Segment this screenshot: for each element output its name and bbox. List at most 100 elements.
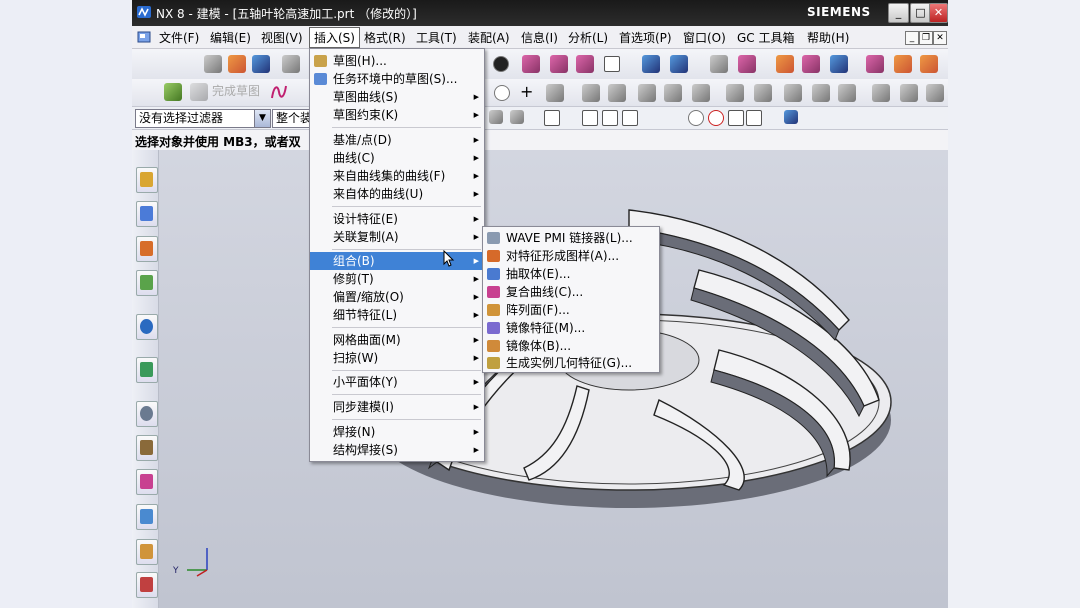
menu-preferences[interactable]: 首选项(P) — [619, 29, 672, 46]
menu-item-facet-body[interactable]: 小平面体(Y) ▶ — [310, 373, 484, 391]
cut-icon[interactable] — [282, 55, 300, 73]
menu-item-detail-feature[interactable]: 细节特征(L) ▶ — [310, 306, 484, 324]
menu-item-extract-body[interactable]: 抽取体(E)... — [483, 265, 659, 283]
snap-arc-center-icon[interactable] — [622, 110, 638, 126]
menu-item-trim[interactable]: 修剪(T) ▶ — [310, 270, 484, 288]
menu-item-composite-curve[interactable]: 复合曲线(C)... — [483, 283, 659, 301]
menu-item-pattern-face[interactable]: 阵列面(F)... — [483, 301, 659, 319]
trim-icon[interactable] — [608, 84, 626, 102]
manufacturing-wizard-tab[interactable] — [136, 469, 158, 495]
menu-item-pattern-feature[interactable]: 对特征形成图样(A)... — [483, 247, 659, 265]
web-browser-tab[interactable] — [136, 357, 158, 383]
section-icon[interactable] — [830, 55, 848, 73]
wireframe-icon[interactable] — [550, 55, 568, 73]
snap-quadrant-icon[interactable] — [688, 110, 704, 126]
solid-select-icon[interactable] — [784, 110, 798, 124]
mdi-minimize-button[interactable]: _ — [905, 31, 919, 45]
extend-icon[interactable] — [638, 84, 656, 102]
menu-item-associative-copy[interactable]: 关联复制(A) ▶ — [310, 228, 484, 246]
ruler-icon[interactable] — [894, 55, 912, 73]
menu-view[interactable]: 视图(V) — [261, 29, 303, 46]
color-swatch-icon[interactable] — [604, 56, 620, 72]
menu-item-design-feature[interactable]: 设计特征(E) ▶ — [310, 210, 484, 228]
menu-gc-toolbox[interactable]: GC 工具箱 — [737, 29, 795, 46]
menu-insert[interactable]: 插入(S) — [309, 27, 360, 48]
menu-item-sketch[interactable]: 草图(H)... — [310, 52, 484, 70]
system-materials-tab[interactable] — [136, 572, 158, 598]
graphics-window[interactable]: Y — [159, 150, 948, 608]
corner-icon[interactable] — [664, 84, 682, 102]
menu-help[interactable]: 帮助(H) — [807, 29, 849, 46]
hidden-edges-icon[interactable] — [576, 55, 594, 73]
menu-item-sketch-in-task[interactable]: 任务环境中的草图(S)... — [310, 70, 484, 88]
analysis-icon[interactable] — [866, 55, 884, 73]
snap-icon[interactable] — [776, 55, 794, 73]
fillet-icon[interactable] — [546, 84, 564, 102]
menu-item-structure-weld[interactable]: 结构焊接(S) ▶ — [310, 441, 484, 459]
constraint-icon[interactable] — [784, 84, 802, 102]
mirror-curve-icon[interactable] — [754, 84, 772, 102]
sketch-icon[interactable] — [164, 83, 182, 101]
dimension-icon[interactable] — [812, 84, 830, 102]
selection-scope-dropdown[interactable]: 整个装 — [272, 109, 313, 128]
minimize-button[interactable]: _ — [888, 3, 909, 23]
menu-item-derived-curve[interactable]: 来自曲线集的曲线(F) ▶ — [310, 167, 484, 185]
snap-on-surface-icon[interactable] — [746, 110, 762, 126]
select-rect-icon[interactable] — [544, 110, 560, 126]
sketch-settings-icon[interactable] — [926, 84, 944, 102]
render-style-icon[interactable] — [522, 55, 540, 73]
menu-item-wave-pmi-linker[interactable]: WAVE PMI 链接器(L)... — [483, 229, 659, 247]
save-icon[interactable] — [252, 55, 270, 73]
impeller-model[interactable] — [159, 150, 948, 608]
menu-item-weld[interactable]: 焊接(N) ▶ — [310, 423, 484, 441]
convert-reference-icon[interactable] — [872, 84, 890, 102]
snap-midpoint-icon[interactable] — [510, 110, 524, 124]
layer-icon[interactable] — [710, 55, 728, 73]
menu-item-instance-geometry[interactable]: 生成实例几何特征(G)... — [483, 354, 659, 372]
measure-icon[interactable] — [802, 55, 820, 73]
circle-icon[interactable] — [494, 85, 510, 101]
menu-item-sketch-curve[interactable]: 草图曲线(S) ▶ — [310, 88, 484, 106]
menu-assemblies[interactable]: 装配(A) — [468, 29, 510, 46]
view-fit-icon[interactable] — [670, 55, 688, 73]
shading-icon[interactable] — [493, 56, 509, 72]
open-folder-icon[interactable] — [228, 55, 246, 73]
process-studio-tab[interactable] — [136, 435, 158, 461]
new-icon[interactable] — [204, 55, 222, 73]
snap-intersection-icon[interactable] — [602, 110, 618, 126]
reuse-library-tab[interactable] — [136, 270, 158, 296]
part-navigator-tab[interactable] — [136, 236, 158, 262]
snap-on-curve-icon[interactable] — [728, 110, 744, 126]
menu-item-offset-scale[interactable]: 偏置/缩放(O) ▶ — [310, 288, 484, 306]
pattern-curve-icon[interactable] — [726, 84, 744, 102]
close-button[interactable]: ✕ — [929, 3, 948, 23]
menu-item-mirror-body[interactable]: 镜像体(B)... — [483, 337, 659, 355]
menu-item-combine[interactable]: 组合(B) ▶ — [310, 252, 484, 270]
menu-tools[interactable]: 工具(T) — [416, 29, 457, 46]
mdi-close-button[interactable]: ✕ — [933, 31, 947, 45]
plus-point-icon[interactable]: + — [520, 84, 538, 102]
finish-sketch-icon[interactable] — [190, 83, 208, 101]
alternate-solution-icon[interactable] — [900, 84, 918, 102]
mdi-restore-button[interactable]: ❐ — [919, 31, 933, 45]
menu-window[interactable]: 窗口(O) — [683, 29, 726, 46]
chamfer-icon[interactable] — [582, 84, 600, 102]
menu-item-sketch-constraint[interactable]: 草图约束(K) ▶ — [310, 106, 484, 124]
snap-control-icon[interactable] — [582, 110, 598, 126]
show-constraints-icon[interactable] — [838, 84, 856, 102]
maximize-button[interactable]: □ — [910, 3, 931, 23]
hd3d-tools-tab[interactable] — [136, 314, 158, 340]
menu-analysis[interactable]: 分析(L) — [568, 29, 608, 46]
menu-item-curve[interactable]: 曲线(C) ▶ — [310, 149, 484, 167]
menu-item-mirror-feature[interactable]: 镜像特征(M)... — [483, 319, 659, 337]
wcs-icon[interactable] — [738, 55, 756, 73]
roles-tab[interactable] — [136, 504, 158, 530]
assembly-navigator-tab[interactable] — [136, 167, 158, 193]
menu-item-mesh-surface[interactable]: 网格曲面(M) ▶ — [310, 331, 484, 349]
history-tab[interactable] — [136, 401, 158, 427]
menu-item-sweep[interactable]: 扫掠(W) ▶ — [310, 349, 484, 367]
menu-information[interactable]: 信息(I) — [521, 29, 558, 46]
snap-existing-point-icon[interactable] — [708, 110, 724, 126]
system-visualization-tab[interactable] — [136, 539, 158, 565]
constraint-navigator-tab[interactable] — [136, 201, 158, 227]
